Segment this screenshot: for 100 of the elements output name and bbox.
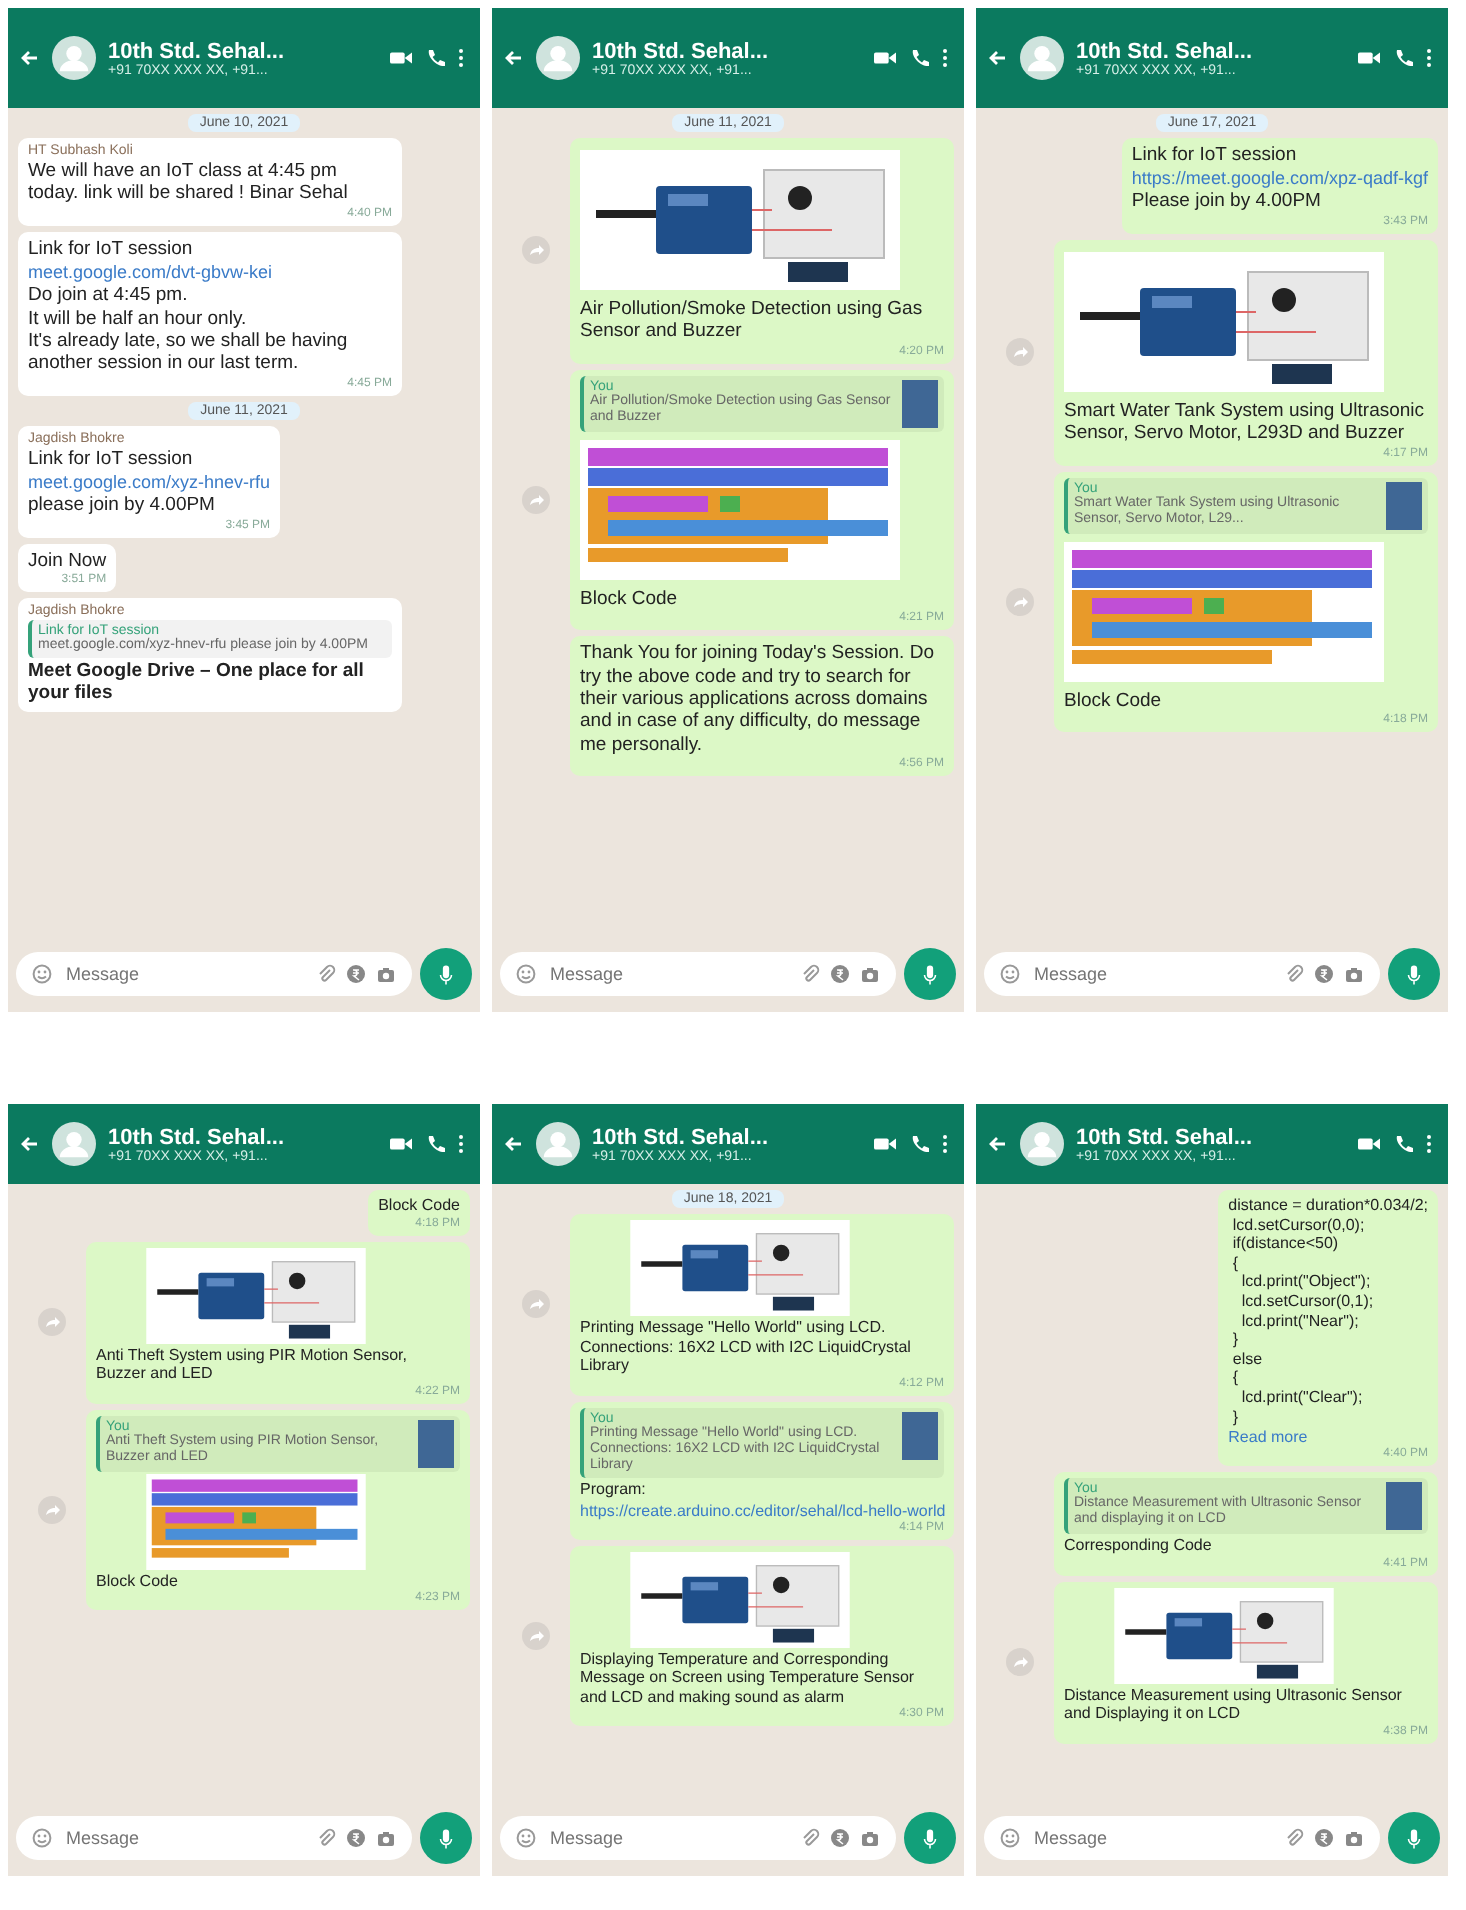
message-text: Join Now <box>28 549 107 572</box>
chat-title[interactable]: 10th Std. Sehal... <box>1076 39 1346 63</box>
camera-icon[interactable] <box>860 1828 880 1848</box>
rupee-icon[interactable] <box>830 1828 850 1848</box>
camera-icon[interactable] <box>1344 1828 1364 1848</box>
message-link[interactable]: meet.google.com/xyz-hnev-rfu <box>28 472 271 493</box>
microphone-icon <box>1406 1827 1422 1849</box>
message-field[interactable]: Message <box>1030 1826 1274 1850</box>
thumbnail-placeholder <box>1386 1482 1422 1531</box>
phone-icon[interactable] <box>1392 1134 1414 1154</box>
chat-title[interactable]: 10th Std. Sehal... <box>108 39 378 63</box>
microphone-button[interactable] <box>904 948 956 1000</box>
group-avatar-icon[interactable] <box>536 1122 580 1166</box>
back-arrow-icon[interactable] <box>18 48 40 68</box>
menu-icon[interactable] <box>1426 1134 1432 1154</box>
attach-icon[interactable] <box>800 1828 820 1848</box>
message-field[interactable]: Message <box>546 962 790 986</box>
video-call-icon[interactable] <box>390 48 412 68</box>
message-input[interactable]: Message <box>16 1816 412 1860</box>
chat-title[interactable]: 10th Std. Sehal... <box>592 1125 862 1149</box>
back-arrow-icon[interactable] <box>502 48 524 68</box>
message-field[interactable]: Message <box>1030 962 1274 986</box>
camera-icon[interactable] <box>376 964 396 984</box>
image-caption: Block Code <box>96 1571 180 1591</box>
rupee-icon[interactable] <box>346 1828 366 1848</box>
rupee-icon[interactable] <box>346 964 366 984</box>
emoji-icon[interactable] <box>516 964 536 984</box>
microphone-icon <box>922 1827 938 1849</box>
camera-icon[interactable] <box>376 1828 396 1848</box>
chat-title[interactable]: 10th Std. Sehal... <box>592 39 862 63</box>
attach-icon[interactable] <box>1284 964 1304 984</box>
emoji-icon[interactable] <box>32 964 52 984</box>
group-avatar-icon[interactable] <box>536 36 580 80</box>
emoji-icon[interactable] <box>516 1828 536 1848</box>
message-input[interactable]: Message <box>984 952 1380 996</box>
message-input[interactable]: Message <box>500 1816 896 1860</box>
video-call-icon[interactable] <box>1358 1134 1380 1154</box>
group-avatar-icon[interactable] <box>1020 1122 1064 1166</box>
message-input[interactable]: Message <box>984 1816 1380 1860</box>
group-avatar-icon[interactable] <box>1020 36 1064 80</box>
chat-title[interactable]: 10th Std. Sehal... <box>108 1125 378 1149</box>
camera-icon[interactable] <box>1344 964 1364 984</box>
emoji-icon[interactable] <box>1000 964 1020 984</box>
message-text: Do join at 4:45 pm. It will be half an hour only. It's already late, so we shall be having another session in our last term. <box>28 284 350 376</box>
rupee-icon[interactable] <box>830 964 850 984</box>
message-link[interactable]: Read more <box>1228 1428 1428 1447</box>
phone-icon[interactable] <box>1392 48 1414 68</box>
message-field[interactable]: Message <box>546 1826 790 1850</box>
attach-icon[interactable] <box>316 964 336 984</box>
group-avatar-icon[interactable] <box>52 36 96 80</box>
message-input[interactable]: Message <box>500 952 896 996</box>
microphone-button[interactable] <box>420 948 472 1000</box>
microphone-button[interactable] <box>904 1812 956 1864</box>
chat-title[interactable]: 10th Std. Sehal... <box>1076 1125 1346 1149</box>
message-text: Program: <box>580 1479 648 1500</box>
circuit-diagram-drawing[interactable] <box>580 144 900 296</box>
menu-icon[interactable] <box>942 48 948 68</box>
attach-icon[interactable] <box>1284 1828 1304 1848</box>
phone-icon[interactable] <box>424 48 446 68</box>
phone-icon[interactable] <box>424 1134 446 1154</box>
image-caption: Block Code <box>580 587 680 611</box>
microphone-icon <box>438 963 454 985</box>
back-arrow-icon[interactable] <box>986 1134 1008 1154</box>
video-call-icon[interactable] <box>874 48 896 68</box>
message-text: Link for IoT session <box>28 237 195 261</box>
back-arrow-icon[interactable] <box>986 48 1008 68</box>
image-caption: Block Code <box>1064 689 1164 712</box>
message-link[interactable]: meet.google.com/dvt-gbvw-kei <box>28 262 392 283</box>
menu-icon[interactable] <box>1426 48 1432 68</box>
microphone-button[interactable] <box>1388 1812 1440 1864</box>
menu-icon[interactable] <box>942 1134 948 1154</box>
message-field[interactable]: Message <box>62 962 306 986</box>
message-link[interactable]: https://meet.google.com/xpz-qadf-kgf <box>1131 168 1428 189</box>
message-text: distance = duration*0.034/2; lcd.setCursor(0,0); if(distance<50) { lcd.print("Object"); lcd.setCursor(0,1); lcd.print("Near"); } else { lcd.print("Clear"); } <box>1228 1196 1428 1427</box>
message-link[interactable]: https://create.arduino.cc/editor/sehal/lcd-hello-world <box>580 1501 944 1520</box>
thumbnail-placeholder <box>418 1419 454 1468</box>
microphone-button[interactable] <box>1388 948 1440 1000</box>
attach-icon[interactable] <box>316 1828 336 1848</box>
menu-icon[interactable] <box>458 1134 464 1154</box>
phone-icon[interactable] <box>908 1134 930 1154</box>
menu-icon[interactable] <box>458 48 464 68</box>
rupee-icon[interactable] <box>1314 964 1334 984</box>
microphone-button[interactable] <box>420 1812 472 1864</box>
phone-icon[interactable] <box>908 48 930 68</box>
video-call-icon[interactable] <box>874 1134 896 1154</box>
image-caption: Printing Message "Hello World" using LCD. Connections: 16X2 LCD with I2C LiquidCrystal Library <box>580 1318 913 1376</box>
camera-icon[interactable] <box>860 964 880 984</box>
back-arrow-icon[interactable] <box>502 1134 524 1154</box>
rupee-icon[interactable] <box>1314 1828 1334 1848</box>
video-call-icon[interactable] <box>390 1134 412 1154</box>
message-field[interactable]: Message <box>62 1826 306 1850</box>
message-input[interactable]: Message <box>16 952 412 996</box>
message-text: Corresponding Code <box>1064 1536 1214 1556</box>
group-avatar-icon[interactable] <box>52 1122 96 1166</box>
message-text: We will have an IoT class at 4:45 pm today. link will be shared ! Binar Sehal <box>28 160 350 206</box>
emoji-icon[interactable] <box>32 1828 52 1848</box>
video-call-icon[interactable] <box>1358 48 1380 68</box>
back-arrow-icon[interactable] <box>18 1134 40 1154</box>
attach-icon[interactable] <box>800 964 820 984</box>
emoji-icon[interactable] <box>1000 1828 1020 1848</box>
